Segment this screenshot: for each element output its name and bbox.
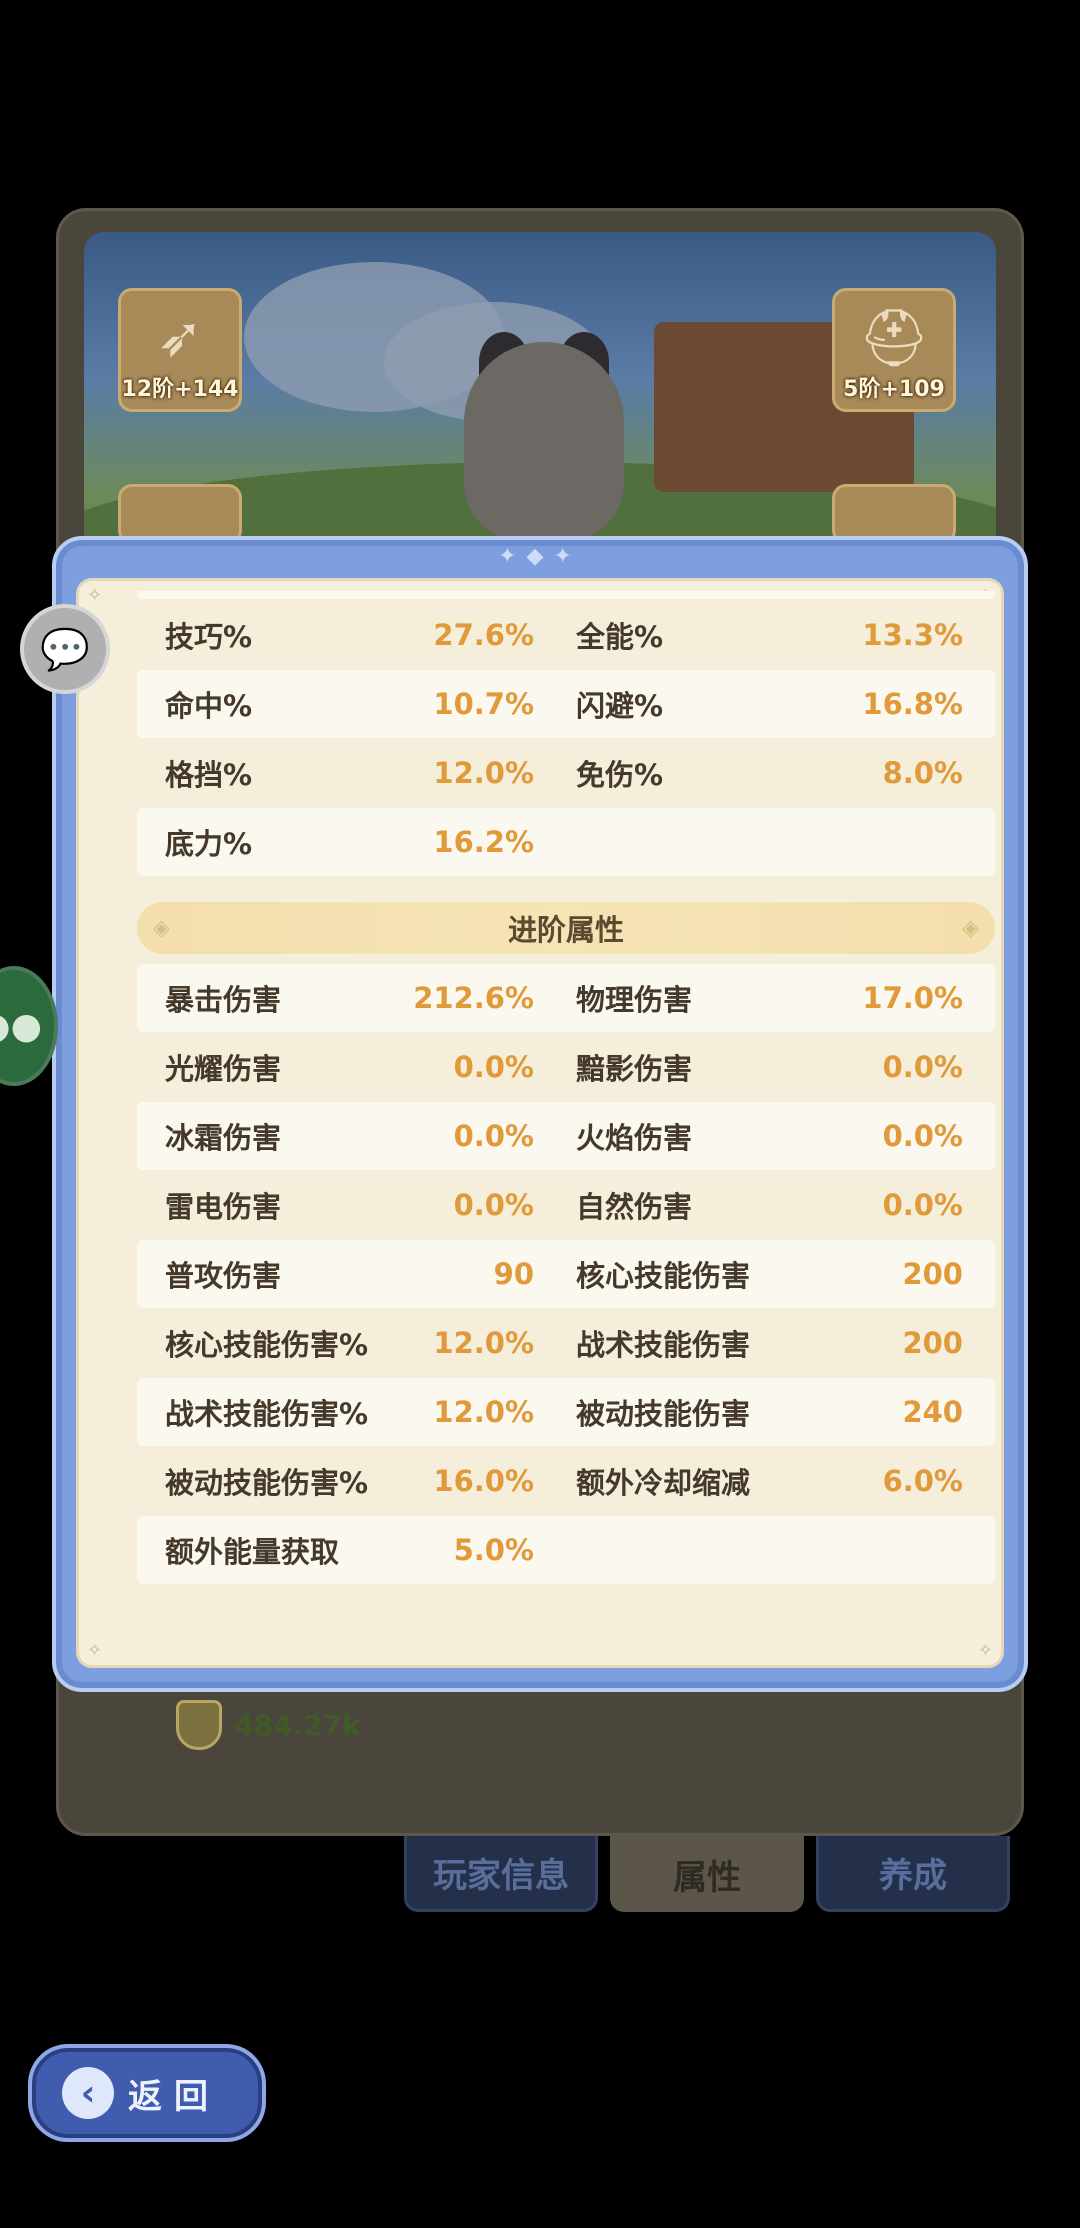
gear-slot-helmet[interactable]: ⛑ 5阶+109 [832,288,956,412]
tab-growth[interactable]: 养成 [816,1836,1010,1912]
stat-row: 额外能量获取 5.0% [137,1516,995,1584]
corner-ornament-icon: ✧ [87,585,103,606]
stat-value: 17.0% [862,981,963,1015]
stat-row: 底力% 16.2% [137,808,995,876]
stat-value: 16.0% [433,1464,534,1498]
stat-label: 冰霜伤害 [165,1121,282,1155]
stat-row: 技巧% 27.6% 全能% 13.3% [137,601,995,669]
stat-row: 光耀伤害 0.0% 黯影伤害 0.0% [137,1033,995,1101]
stat-value: 90 [493,1257,534,1291]
stat-value: 6.0% [882,1464,963,1498]
stat-label: 闪避% [576,689,664,723]
stat-label: 命中% [165,689,253,723]
stat-value: 10.7% [433,687,534,721]
stat-value: 13.3% [862,618,963,652]
bow-icon: ➶ [156,305,204,370]
corner-ornament-icon: ✧ [977,1640,993,1661]
back-arrow-icon: ‹ [62,2067,114,2119]
stat-row: 命中% 10.7% 闪避% 16.8% [137,670,995,738]
stat-value: 200 [902,1326,963,1360]
stat-label: 光耀伤害 [165,1052,282,1086]
stats-list: 技巧% 27.6% 全能% 13.3% 命中% 10.7% 闪避% 16.8% 格挡% 1… [137,591,995,1585]
stat-label: 普攻伤害 [165,1259,282,1293]
stat-value: 12.0% [433,1395,534,1429]
stat-label: 核心技能伤害% [165,1328,369,1362]
stat-value: 0.0% [882,1050,963,1084]
tab-attributes[interactable]: 属性 [610,1836,804,1912]
stat-label: 额外冷却缩减 [576,1466,751,1500]
stat-row: 战术技能伤害% 12.0% 被动技能伤害 240 [137,1378,995,1446]
stat-row: 普攻伤害 90 核心技能伤害 200 [137,1240,995,1308]
combat-power-value: 484.27k [234,1708,361,1742]
gear-slot-bow[interactable]: ➶ 12阶+144 [118,288,242,412]
stat-value: 5.0% [453,1533,534,1567]
stat-value: 16.2% [433,825,534,859]
stat-label: 被动技能伤害% [165,1466,369,1500]
gear-tier: 12阶+144 [121,377,239,402]
stat-label: 火焰伤害 [576,1121,693,1155]
wechat-icon: ●● [0,1005,42,1047]
stat-label: 额外能量获取 [165,1535,340,1569]
attributes-panel-inner[interactable]: ✧ ✧ ✧ ✧ 技巧%27.6% 全能%13.3% 命中%10.7% 闪避%16… [76,578,1004,1668]
stat-row: 被动技能伤害% 16.0% 额外冷却缩减 6.0% [137,1447,995,1515]
helmet-icon: ⛑ [858,306,930,371]
tab-player-info[interactable]: 玩家信息 [404,1836,598,1912]
stat-value: 240 [902,1395,963,1429]
stat-value: 12.0% [433,756,534,790]
chat-bubble-icon: 💬 [40,626,90,673]
stat-label: 战术技能伤害 [576,1328,751,1362]
gear-slot-lower-right[interactable] [832,484,956,544]
chat-button[interactable]: 💬 [20,604,110,694]
gear-slot-lower-left[interactable] [118,484,242,544]
stat-value: 12.0% [433,1326,534,1360]
shield-icon [176,1700,222,1750]
stat-label: 格挡% [165,758,253,792]
stat-label: 底力% [165,827,253,861]
stat-row: 核心技能伤害% 12.0% 战术技能伤害 200 [137,1309,995,1377]
stat-label: 暴击伤害 [165,983,282,1017]
stat-row: 格挡% 12.0% 免伤% 8.0% [137,739,995,807]
diamond-ornament-icon: ◈ [962,915,979,941]
stat-value: 0.0% [453,1119,534,1153]
stat-value: 8.0% [882,756,963,790]
stat-label: 技巧% [165,620,253,654]
stat-label: 全能% [576,620,664,654]
back-button[interactable]: ‹ 返回 [28,2044,266,2142]
stat-value: 212.6% [413,981,534,1015]
attributes-panel: ✦◆✦ ✧ ✧ ✧ ✧ 技巧%27.6% 全能%13.3% 命中%10.7% 闪… [52,536,1028,1692]
stat-label: 被动技能伤害 [576,1397,751,1431]
section-title: 进阶属性 [507,913,624,947]
bottom-tabs: 玩家信息 属性 养成 [404,1836,1010,1912]
ornament-icon: ✦◆✦ [498,544,582,569]
stat-label: 雷电伤害 [165,1190,282,1224]
stat-label: 战术技能伤害% [165,1397,369,1431]
stat-value: 0.0% [453,1188,534,1222]
advanced-attributes-header: ◈ 进阶属性 ◈ [137,902,995,954]
stat-value: 0.0% [453,1050,534,1084]
diamond-ornament-icon: ◈ [153,915,170,941]
stat-row: 暴击伤害 212.6% 物理伤害 17.0% [137,964,995,1032]
character-portrait [464,342,624,542]
stat-label: 免伤% [576,758,664,792]
gear-tier: 5阶+109 [843,377,945,402]
stat-label: 自然伤害 [576,1190,693,1224]
stat-row: 冰霜伤害 0.0% 火焰伤害 0.0% [137,1102,995,1170]
stat-label: 物理伤害 [576,983,693,1017]
corner-ornament-icon: ✧ [87,1640,103,1661]
combat-power: 484.27k [176,1700,361,1750]
stat-row: 雷电伤害 0.0% 自然伤害 0.0% [137,1171,995,1239]
stat-value: 0.0% [882,1188,963,1222]
stat-label: 黯影伤害 [576,1052,693,1086]
stat-value: 27.6% [433,618,534,652]
stat-value: 16.8% [862,687,963,721]
stat-label: 核心技能伤害 [576,1259,751,1293]
back-button-label: 返回 [128,2076,220,2117]
wechat-button[interactable]: ●● [0,966,58,1086]
stat-value: 0.0% [882,1119,963,1153]
stat-value: 200 [902,1257,963,1291]
